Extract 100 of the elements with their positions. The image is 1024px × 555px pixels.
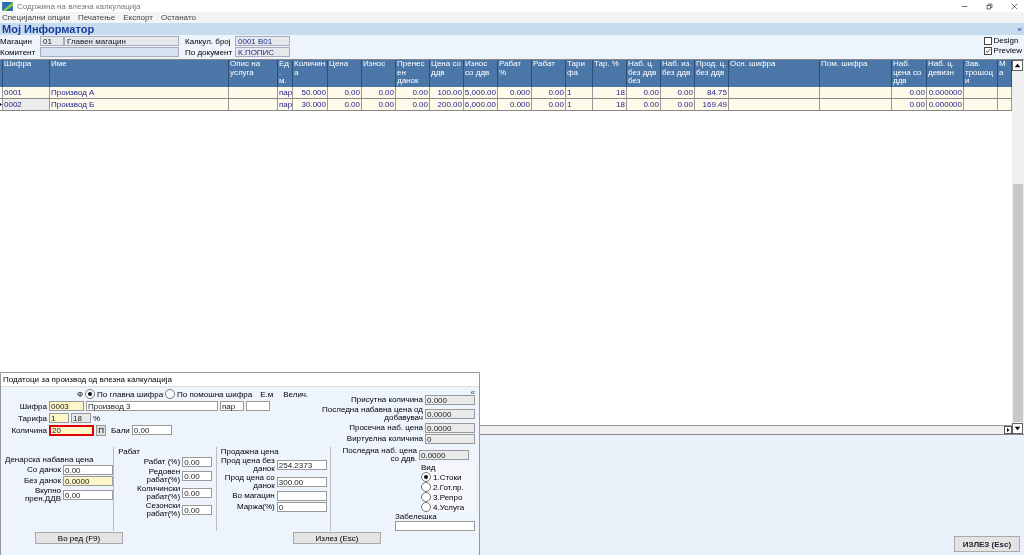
field-label: Просечна наб. цена — [349, 424, 423, 432]
input-field[interactable]: 0.0000 — [425, 409, 475, 419]
input-field[interactable]: 0.0000 — [419, 450, 469, 460]
input-field[interactable]: 0 — [276, 502, 327, 512]
field-label: Магацин — [0, 36, 33, 46]
scrollbar-thumb[interactable] — [1013, 184, 1023, 422]
field-label: Последна наб. цена со ддв. — [341, 447, 417, 463]
field-label: Шифра — [18, 401, 47, 411]
input-field[interactable]: 20 — [49, 424, 94, 436]
input-field[interactable]: 0.00 — [182, 488, 213, 498]
input-field[interactable]: 0.00 — [63, 465, 113, 475]
radio-button[interactable] — [165, 389, 176, 399]
menu-item[interactable]: Специјални опции — [2, 13, 70, 22]
input-field[interactable]: 0.00 — [131, 425, 172, 435]
table-cell: 84.75 — [695, 87, 729, 98]
field-label: Количина — [10, 425, 47, 435]
input-field[interactable]: 0.0000 — [425, 423, 475, 433]
field-label: Виртуелна количина — [346, 435, 423, 443]
app-logo-icon — [2, 1, 13, 11]
table-cell: пар — [278, 87, 293, 98]
close-icon[interactable] — [1011, 2, 1018, 10]
radio-button[interactable] — [421, 472, 431, 482]
exit-button[interactable]: ИЗЛЕЗ (Esc) — [954, 536, 1020, 552]
collapse-button[interactable]: « — [470, 388, 475, 397]
field-label: Калкул. број — [185, 36, 232, 46]
table-cell: 0.000000 — [927, 99, 964, 110]
input-field[interactable]: 0 — [425, 434, 475, 444]
note-field[interactable] — [395, 521, 475, 531]
table-cell: 18 — [593, 99, 627, 110]
input-field[interactable]: 1 — [49, 413, 69, 423]
menu-item[interactable]: Печатење — [77, 13, 116, 22]
field-label: Без данок — [23, 477, 61, 485]
input-field[interactable]: Производ 3 — [86, 401, 218, 411]
field-label: Ф — [77, 389, 84, 399]
table-cell: 1 — [566, 87, 593, 98]
radio-button[interactable] — [85, 389, 96, 399]
input-field[interactable]: 254.2373 — [276, 460, 327, 470]
field-label: Сезонски рабат(%) — [144, 502, 181, 518]
radio-label: 1.Стоки — [433, 472, 462, 482]
table-cell: 50.000 — [293, 87, 328, 98]
scroll-up-icon[interactable] — [1012, 60, 1023, 71]
input-field[interactable] — [276, 491, 327, 501]
dialog-title: Податоци за производ од влезна калкулација — [3, 375, 172, 384]
input-field[interactable]: 300.00 — [276, 477, 327, 487]
table-cell: 0.000000 — [927, 87, 964, 98]
radio-label: По главна шифра — [97, 389, 164, 399]
input-field[interactable]: 0.000 — [425, 395, 475, 405]
table-cell: 0.000 — [498, 87, 532, 98]
radio-button[interactable] — [421, 492, 431, 502]
field-label: Прод цена со данок — [223, 474, 275, 490]
app-header-title: Мој Информатор — [2, 23, 95, 35]
table-cell: 30.000 — [293, 99, 328, 110]
input-field[interactable] — [246, 401, 270, 411]
field-label: Рабат (%) — [142, 458, 181, 466]
field-label: Редовен рабат(%) — [145, 468, 181, 484]
field-label: Бали — [111, 425, 130, 435]
table-cell: 0002 — [3, 99, 50, 110]
input-field[interactable]: 0.00 — [182, 457, 213, 467]
input-field[interactable]: 0001 В01 — [235, 36, 290, 46]
input-field[interactable]: 0.0000 — [63, 476, 113, 486]
menu-item[interactable]: Останато — [160, 13, 196, 22]
dialog-button[interactable]: Во ред (F9) — [35, 532, 123, 544]
input-field[interactable]: 0.00 — [63, 490, 113, 500]
input-field[interactable]: К.ПОПИС — [235, 47, 290, 57]
input-field[interactable]: 01 — [40, 36, 64, 46]
checkbox[interactable] — [983, 36, 992, 45]
input-field[interactable]: Главен магацин — [64, 36, 179, 46]
table-cell: 6,000.00 — [464, 99, 498, 110]
field-label: Последна набавна цена од добавувач — [321, 406, 423, 422]
table-cell: 0.00 — [328, 99, 362, 110]
input-field[interactable]: 0.00 — [182, 505, 213, 515]
table-cell: 0.00 — [627, 87, 661, 98]
input-field[interactable] — [40, 47, 179, 57]
input-field[interactable]: 18 — [71, 413, 91, 423]
input-field[interactable]: 0.00 — [182, 471, 213, 481]
radio-label: 4.Услуга — [433, 502, 465, 512]
scroll-down-icon[interactable] — [1012, 423, 1023, 434]
table-cell: 18 — [593, 87, 627, 98]
table-cell: 0.00 — [627, 99, 661, 110]
input-field[interactable]: 0003 — [49, 401, 84, 411]
table-cell: 0.00 — [661, 87, 695, 98]
radio-button[interactable] — [421, 482, 431, 492]
table-cell: 0.00 — [396, 99, 430, 110]
checkbox[interactable] — [983, 46, 992, 55]
row-indicator[interactable] — [0, 99, 3, 110]
scroll-right-icon[interactable] — [1004, 426, 1012, 434]
table-cell: 0.00 — [362, 99, 396, 110]
menu-item[interactable]: Експорт — [123, 13, 153, 22]
radio-button[interactable] — [421, 502, 431, 512]
p-button[interactable]: П — [96, 424, 106, 436]
radio-label: По помошна шифра — [177, 389, 253, 399]
input-field[interactable]: пар — [220, 401, 244, 411]
table-cell: 100.00 — [430, 87, 464, 98]
field-label: Забелешка — [395, 512, 438, 521]
table-cell: 0001 — [3, 87, 50, 98]
table-cell: 0.00 — [362, 87, 396, 98]
collapse-button[interactable]: « — [1017, 24, 1022, 34]
table-cell: 5,000.00 — [464, 87, 498, 98]
restore-icon[interactable] — [986, 2, 993, 10]
dialog-button[interactable]: Излез (Esc) — [293, 532, 381, 544]
